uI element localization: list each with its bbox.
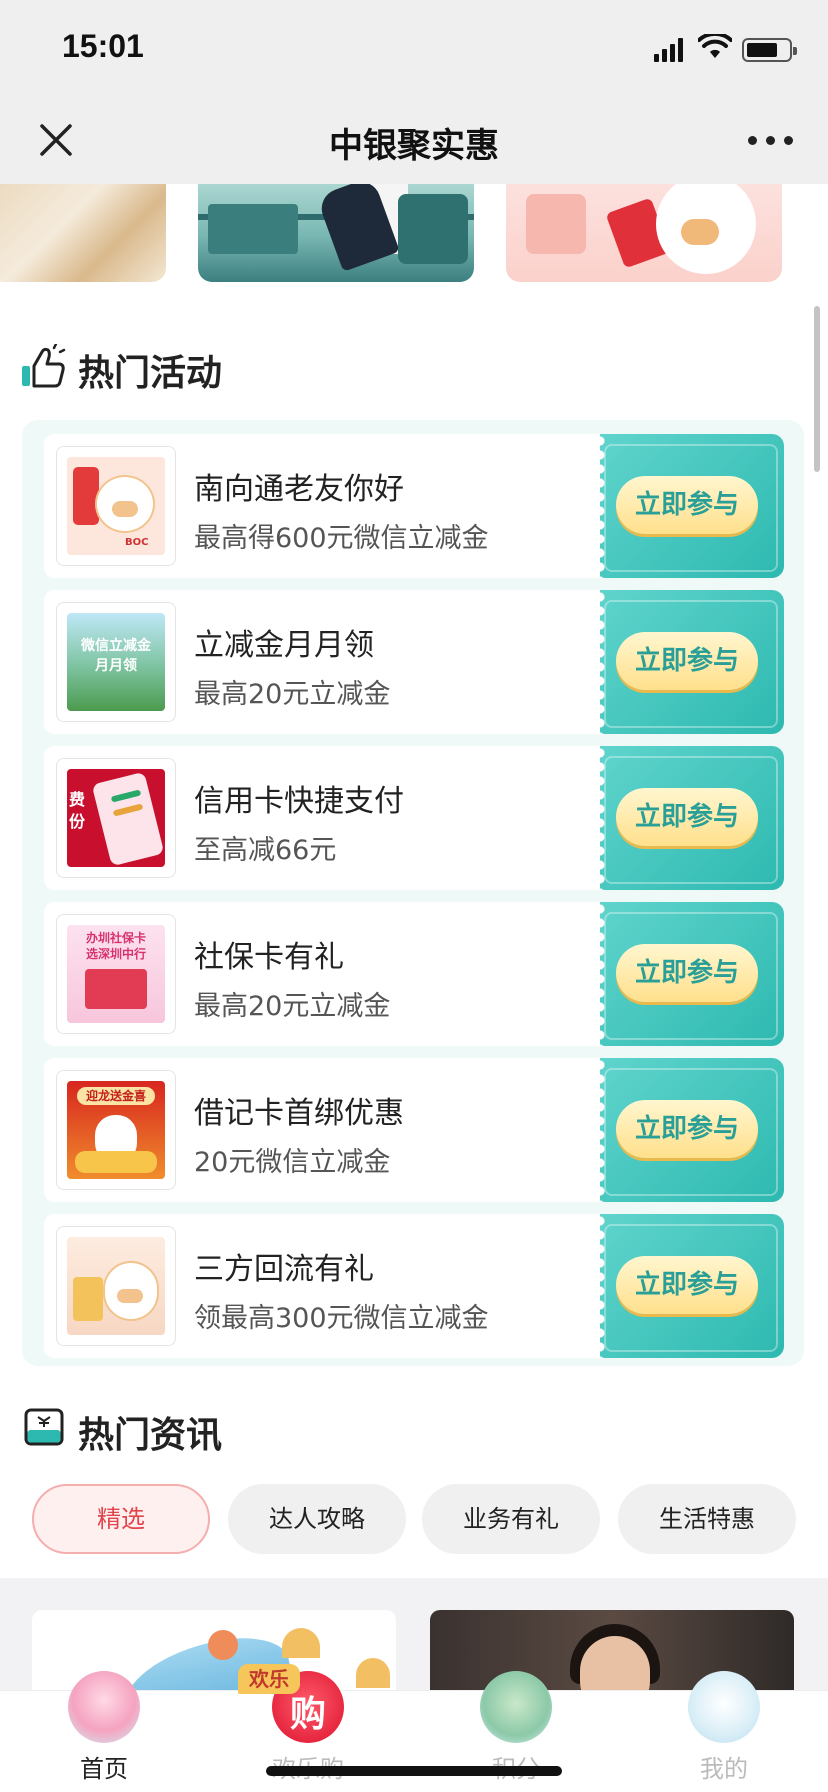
join-now-button[interactable]: 立即参与 [616, 788, 758, 846]
battery-icon [742, 38, 797, 62]
banner-image[interactable] [506, 184, 782, 282]
thumb-badge: BOC [125, 537, 149, 548]
tab-mine[interactable]: 我的 [664, 1671, 784, 1792]
join-now-button[interactable]: 立即参与 [616, 1100, 758, 1158]
activity-card[interactable]: 迎龙送金喜 借记卡首绑优惠 20元微信立减金 立即参与 [44, 1058, 784, 1202]
join-now-button[interactable]: 立即参与 [616, 632, 758, 690]
activity-subtitle: 最高20元立减金 [194, 991, 391, 1022]
bottom-tab-bar: 首页 购 欢乐购 积分 我的 [0, 1671, 828, 1792]
scrollbar[interactable] [814, 306, 820, 472]
activity-card-body[interactable]: BOC 南向通老友你好 最高得600元微信立减金 [44, 434, 610, 578]
news-tab-life-deals[interactable]: 生活特惠 [618, 1484, 796, 1554]
tab-label: 首页 [80, 1755, 128, 1783]
activity-card-body[interactable]: 迎龙送金喜 借记卡首绑优惠 20元微信立减金 [44, 1058, 610, 1202]
more-options-icon[interactable] [748, 136, 794, 148]
banner-image[interactable] [198, 184, 474, 282]
section-title-hot-news: 热门资讯 [78, 1415, 223, 1456]
tab-points[interactable]: 积分 [456, 1671, 576, 1792]
activity-cta-area[interactable]: 立即参与 [594, 434, 784, 578]
activity-card-body[interactable]: 办圳社保卡 选深圳中行 社保卡有礼 最高20元立减金 [44, 902, 610, 1046]
activity-thumbnail: BOC [56, 446, 176, 566]
newspaper-icon [24, 1408, 64, 1446]
home-indicator [266, 1766, 562, 1776]
activity-thumbnail [56, 1226, 176, 1346]
activity-card-body[interactable]: 微信立减金 月月领 立减金月月领 最高20元立减金 [44, 590, 610, 734]
activity-subtitle: 最高20元立减金 [194, 679, 391, 710]
activity-thumbnail: 迎龙送金喜 [56, 1070, 176, 1190]
thumb-text: 选深圳中行 [85, 947, 146, 961]
nav-bar: 中银聚实惠 [0, 100, 828, 184]
thumb-text: 微信立减金 [81, 638, 151, 654]
tab-home[interactable]: 首页 [44, 1671, 164, 1792]
activity-card-body[interactable]: 费 份 信用卡快捷支付 至高减66元 [44, 746, 610, 890]
join-now-button[interactable]: 立即参与 [616, 944, 758, 1002]
cellular-signal-icon [654, 38, 686, 62]
koi-fish-icon [688, 1671, 760, 1743]
activity-card-body[interactable]: 三方回流有礼 领最高300元微信立减金 [44, 1214, 610, 1358]
tab-label: 我的 [700, 1755, 748, 1783]
activity-card[interactable]: 办圳社保卡 选深圳中行 社保卡有礼 最高20元立减金 立即参与 [44, 902, 784, 1046]
activity-thumbnail: 办圳社保卡 选深圳中行 [56, 914, 176, 1034]
thumbs-up-icon [22, 344, 66, 388]
news-tab-expert-guide[interactable]: 达人攻略 [228, 1484, 406, 1554]
activity-card[interactable]: 三方回流有礼 领最高300元微信立减金 立即参与 [44, 1214, 784, 1358]
tab-shopping[interactable]: 购 欢乐购 [248, 1671, 368, 1792]
status-time: 15:01 [62, 28, 144, 64]
activity-card[interactable]: 费 份 信用卡快捷支付 至高减66元 立即参与 [44, 746, 784, 890]
status-bar: 15:01 [0, 0, 828, 100]
page-title: 中银聚实惠 [329, 126, 499, 166]
banner-image[interactable] [0, 184, 166, 282]
news-feed [0, 1578, 828, 1730]
thumb-text: 费 份 [69, 790, 86, 831]
activity-cta-area[interactable]: 立即参与 [594, 902, 784, 1046]
activity-cta-area[interactable]: 立即参与 [594, 746, 784, 890]
activity-cta-area[interactable]: 立即参与 [594, 590, 784, 734]
activity-card[interactable]: BOC 南向通老友你好 最高得600元微信立减金 立即参与 [44, 434, 784, 578]
activity-title: 社保卡有礼 [194, 940, 344, 975]
lotus-leaf-icon [480, 1671, 552, 1743]
activity-cta-area[interactable]: 立即参与 [594, 1058, 784, 1202]
news-tab-business-gifts[interactable]: 业务有礼 [422, 1484, 600, 1554]
banner-carousel[interactable] [0, 184, 828, 302]
activity-subtitle: 最高得600元微信立减金 [194, 523, 489, 554]
activity-subtitle: 领最高300元微信立减金 [194, 1303, 489, 1334]
activity-subtitle: 20元微信立减金 [194, 1147, 391, 1178]
activity-title: 三方回流有礼 [194, 1252, 374, 1287]
activity-title: 南向通老友你好 [194, 472, 404, 507]
activity-card[interactable]: 微信立减金 月月领 立减金月月领 最高20元立减金 立即参与 [44, 590, 784, 734]
section-title-hot-activities: 热门活动 [78, 353, 223, 394]
join-now-button[interactable]: 立即参与 [616, 476, 758, 534]
news-tab-featured[interactable]: 精选 [32, 1484, 210, 1554]
activity-thumbnail: 费 份 [56, 758, 176, 878]
activity-subtitle: 至高减66元 [194, 835, 337, 866]
lotus-icon [68, 1671, 140, 1743]
activity-thumbnail: 微信立减金 月月领 [56, 602, 176, 722]
thumb-text: 迎龙送金喜 [77, 1087, 155, 1105]
wifi-icon [698, 34, 732, 58]
activity-title: 信用卡快捷支付 [194, 784, 404, 819]
thumb-text: 月月领 [95, 658, 137, 674]
thumb-text: 办圳社保卡 [85, 931, 146, 945]
activity-title: 立减金月月领 [194, 628, 374, 663]
activity-title: 借记卡首绑优惠 [194, 1096, 404, 1131]
tab-badge: 欢乐 [238, 1664, 300, 1694]
activity-cta-area[interactable]: 立即参与 [594, 1214, 784, 1358]
join-now-button[interactable]: 立即参与 [616, 1256, 758, 1314]
